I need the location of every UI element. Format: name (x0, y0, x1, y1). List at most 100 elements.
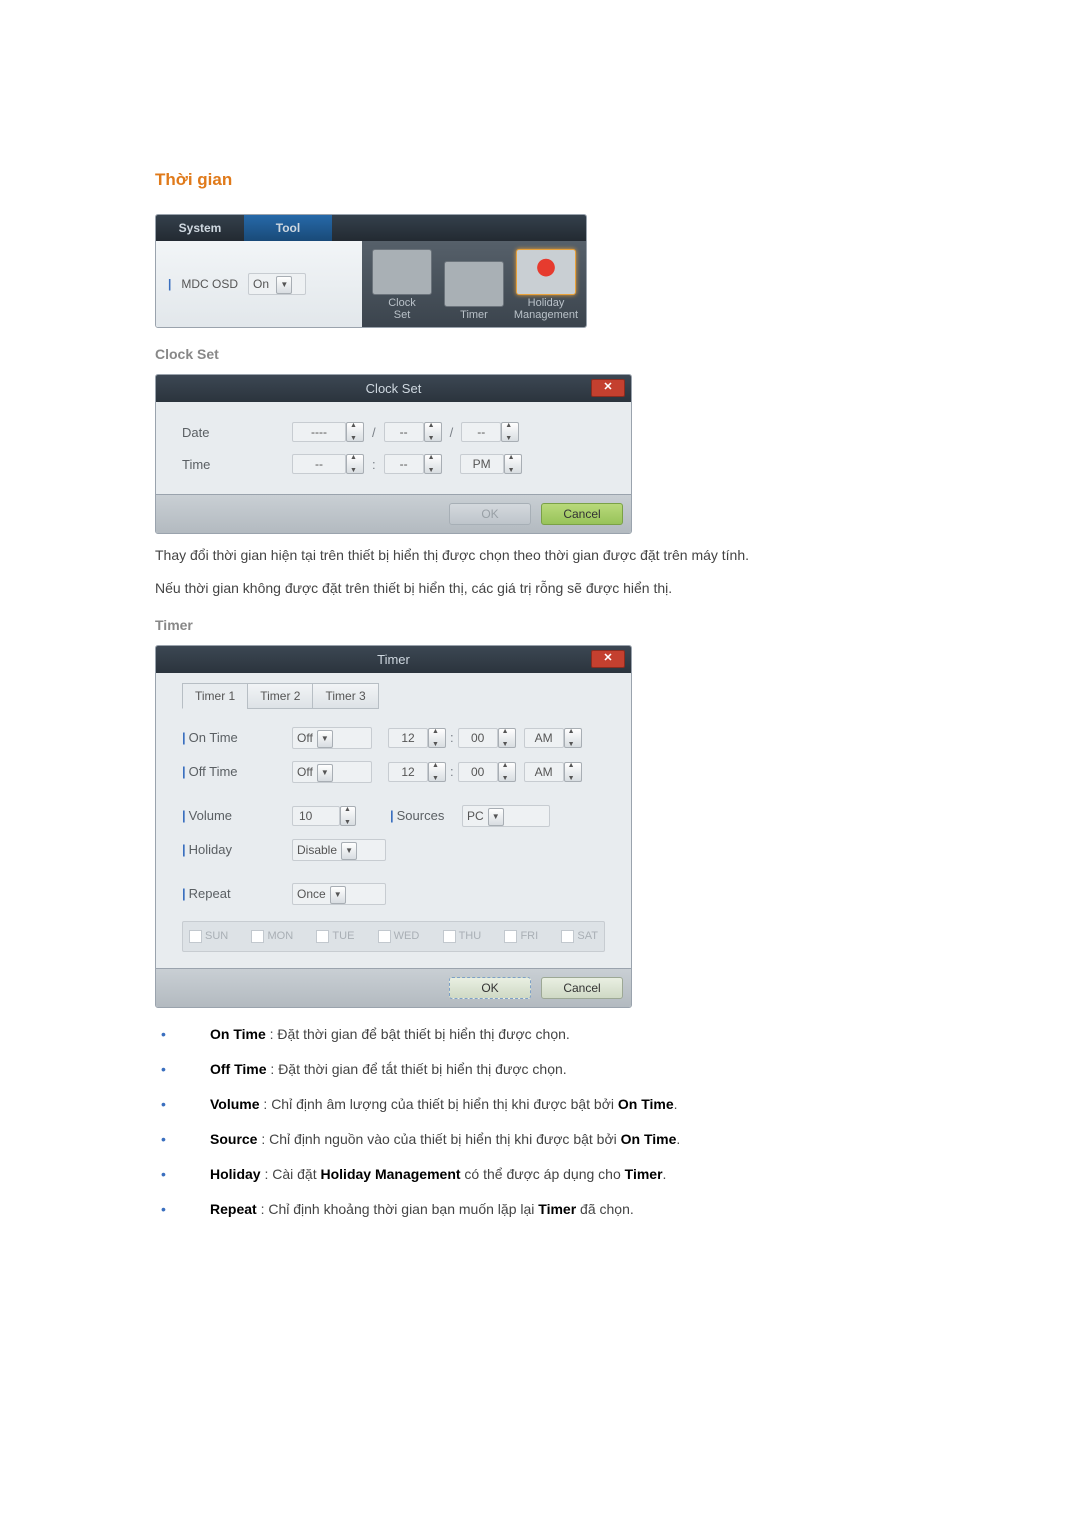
holiday-dropdown[interactable]: Disable▼ (292, 839, 386, 861)
holiday-label: |Holiday (182, 842, 292, 857)
time-ampm-stepper[interactable] (504, 454, 522, 474)
checkbox-icon (189, 930, 202, 943)
timer-title: Timer (377, 652, 410, 667)
day-fri[interactable]: FRI (504, 930, 538, 943)
day-sat[interactable]: SAT (561, 930, 598, 943)
date-month-stepper[interactable] (424, 422, 442, 442)
repeat-label: |Repeat (182, 886, 292, 901)
day-tue[interactable]: TUE (316, 930, 354, 943)
on-time-dropdown[interactable]: Off▼ (292, 727, 372, 749)
time-sep: : (450, 730, 454, 745)
tab-system[interactable]: System (156, 215, 244, 241)
off-time-hour-stepper[interactable] (428, 762, 446, 782)
tab-timer-2[interactable]: Timer 2 (247, 683, 313, 709)
off-time-hour[interactable]: 12 (388, 762, 428, 782)
time-label: Time (182, 457, 292, 472)
off-time-label: |Off Time (182, 764, 292, 779)
on-time-label: |On Time (182, 730, 292, 745)
off-time-min-stepper[interactable] (498, 762, 516, 782)
toolbar-item-caption: Holiday Management (512, 297, 580, 321)
checkbox-icon (316, 930, 329, 943)
repeat-dropdown[interactable]: Once▼ (292, 883, 386, 905)
toolbar-item-caption: Clock Set (368, 297, 436, 321)
off-time-ampm-stepper[interactable] (564, 762, 582, 782)
close-icon[interactable]: ✕ (591, 650, 625, 668)
date-year-stepper[interactable] (346, 422, 364, 442)
chevron-down-icon: ▼ (330, 886, 346, 904)
timer-heading: Timer (155, 617, 925, 633)
volume-label: |Volume (182, 808, 292, 823)
timer-dialog: Timer ✕ Timer 1 Timer 2 Timer 3 |On Time… (155, 645, 632, 1008)
chevron-down-icon: ▼ (488, 808, 504, 826)
on-time-ampm-stepper[interactable] (564, 728, 582, 748)
bullet-source: Source : Chỉ định nguồn vào của thiết bị… (155, 1129, 925, 1150)
mdc-osd-value: On (253, 277, 269, 291)
section-title: Thời gian (155, 170, 925, 190)
on-time-min-stepper[interactable] (498, 728, 516, 748)
checkbox-icon (378, 930, 391, 943)
mdc-osd-dropdown[interactable]: On ▼ (248, 273, 306, 295)
on-time-ampm[interactable]: AM (524, 728, 564, 748)
day-sun[interactable]: SUN (189, 930, 228, 943)
off-time-ampm[interactable]: AM (524, 762, 564, 782)
on-time-min[interactable]: 00 (458, 728, 498, 748)
day-mon[interactable]: MON (251, 930, 293, 943)
cancel-button[interactable]: Cancel (541, 977, 623, 999)
clockset-desc-2: Nếu thời gian không được đặt trên thiết … (155, 577, 925, 599)
toolbar-item-holiday[interactable]: Holiday Management (512, 249, 580, 321)
ok-button[interactable]: OK (449, 503, 531, 525)
toolbar-window: System Tool | MDC OSD On ▼ Clock Set Tim (155, 214, 587, 328)
date-year-field[interactable]: ---- (292, 422, 346, 442)
day-thu[interactable]: THU (443, 930, 482, 943)
volume-field[interactable]: 10 (292, 806, 340, 826)
off-time-dropdown[interactable]: Off▼ (292, 761, 372, 783)
close-icon[interactable]: ✕ (591, 379, 625, 397)
date-sep: / (450, 425, 454, 440)
checkbox-icon (504, 930, 517, 943)
timer-titlebar: Timer ✕ (156, 646, 631, 673)
bullet-volume: Volume : Chỉ định âm lượng của thiết bị … (155, 1094, 925, 1115)
sources-label: |Sources (390, 808, 462, 823)
checkbox-icon (561, 930, 574, 943)
bullet-off-time: Off Time : Đặt thời gian để tắt thiết bị… (155, 1059, 925, 1080)
volume-stepper[interactable] (340, 806, 356, 826)
tab-tool[interactable]: Tool (244, 215, 332, 241)
toolbar-item-timer[interactable]: Timer (440, 261, 508, 321)
date-label: Date (182, 425, 292, 440)
time-hour-field[interactable]: -- (292, 454, 346, 474)
time-min-stepper[interactable] (424, 454, 442, 474)
checkbox-icon (251, 930, 264, 943)
days-row: SUN MON TUE WED THU FRI SAT (182, 921, 605, 952)
timer-icon (444, 261, 504, 307)
toolbar-item-caption: Timer (440, 309, 508, 321)
sources-dropdown[interactable]: PC▼ (462, 805, 550, 827)
bullet-repeat: Repeat : Chỉ định khoảng thời gian bạn m… (155, 1199, 925, 1220)
chevron-down-icon: ▼ (341, 842, 357, 860)
time-ampm-field[interactable]: PM (460, 454, 504, 474)
mdc-osd-label: MDC OSD (181, 277, 238, 291)
day-wed[interactable]: WED (378, 930, 420, 943)
toolbar-item-clock-set[interactable]: Clock Set (368, 249, 436, 321)
cancel-button[interactable]: Cancel (541, 503, 623, 525)
tab-timer-3[interactable]: Timer 3 (312, 683, 378, 709)
tab-timer-1[interactable]: Timer 1 (182, 683, 248, 709)
date-day-field[interactable]: -- (461, 422, 501, 442)
calendar-icon (516, 249, 576, 295)
on-time-hour[interactable]: 12 (388, 728, 428, 748)
chevron-down-icon: ▼ (317, 764, 333, 782)
time-sep: : (372, 457, 376, 472)
time-min-field[interactable]: -- (384, 454, 424, 474)
clock-icon (372, 249, 432, 295)
chevron-down-icon: ▼ (276, 276, 292, 294)
on-time-hour-stepper[interactable] (428, 728, 446, 748)
off-time-min[interactable]: 00 (458, 762, 498, 782)
bullet-holiday: Holiday : Cài đặt Holiday Management có … (155, 1164, 925, 1185)
ok-button[interactable]: OK (449, 977, 531, 999)
date-month-field[interactable]: -- (384, 422, 424, 442)
clockset-titlebar: Clock Set ✕ (156, 375, 631, 402)
date-sep: / (372, 425, 376, 440)
time-hour-stepper[interactable] (346, 454, 364, 474)
clockset-heading: Clock Set (155, 346, 925, 362)
date-day-stepper[interactable] (501, 422, 519, 442)
mdc-osd-bar: | (168, 277, 171, 291)
